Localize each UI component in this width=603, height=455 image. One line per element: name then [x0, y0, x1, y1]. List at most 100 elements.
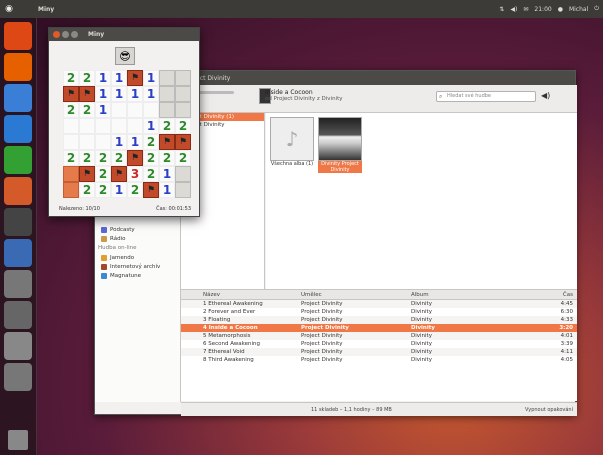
track-row[interactable]: 5 Metamorphosis Project Divinity Divinity 4…: [181, 332, 577, 340]
mine-cell-number[interactable]: 1: [111, 86, 127, 102]
files-icon[interactable]: [4, 84, 32, 112]
sidebar-item[interactable]: Magnatune: [95, 271, 180, 280]
mine-cell-number[interactable]: 3: [127, 166, 143, 182]
libreoffice-impress-icon[interactable]: [4, 177, 32, 205]
track-row[interactable]: 6 Second Awakening Project Divinity Divini…: [181, 340, 577, 348]
mine-cell[interactable]: [159, 86, 175, 102]
track-row[interactable]: 3 Floating Project Divinity Divinity 4:33: [181, 316, 577, 324]
mine-cell[interactable]: [175, 86, 191, 102]
mine-cell-number[interactable]: 1: [95, 70, 111, 86]
flag-icon[interactable]: ⚑: [127, 70, 143, 86]
mine-cell-number[interactable]: 1: [127, 134, 143, 150]
libreoffice-writer-icon[interactable]: [4, 115, 32, 143]
mine-cell-number[interactable]: 2: [95, 150, 111, 166]
flag-icon[interactable]: ⚑: [143, 182, 159, 198]
settings-icon[interactable]: [4, 332, 32, 360]
album-all[interactable]: ♪ Všechna alba (1): [270, 117, 314, 167]
mine-cell-number[interactable]: 2: [95, 166, 111, 182]
maximize-icon[interactable]: [71, 31, 78, 38]
mine-cell[interactable]: [79, 134, 95, 150]
mine-cell[interactable]: [127, 102, 143, 118]
mine-cell[interactable]: [143, 102, 159, 118]
workspace-icon[interactable]: [4, 363, 32, 391]
mine-cell-hover[interactable]: [63, 166, 79, 182]
column-album[interactable]: Album: [411, 290, 531, 299]
libreoffice-calc-icon[interactable]: [4, 146, 32, 174]
app-icon-generic[interactable]: [4, 301, 32, 329]
flag-icon[interactable]: ⚑: [63, 86, 79, 102]
mine-cell-number[interactable]: 1: [127, 86, 143, 102]
user-icon[interactable]: ●: [558, 6, 563, 13]
column-time[interactable]: Čas: [531, 290, 577, 299]
mines-titlebar[interactable]: Miny: [49, 28, 199, 41]
mine-cell-number[interactable]: 2: [175, 118, 191, 134]
mine-cell[interactable]: [95, 134, 111, 150]
mine-cell[interactable]: [175, 166, 191, 182]
mine-cell-number[interactable]: 2: [79, 70, 95, 86]
mine-cell-number[interactable]: 2: [159, 118, 175, 134]
mine-cell-number[interactable]: 1: [111, 134, 127, 150]
mine-cell-number[interactable]: 1: [111, 182, 127, 198]
mine-cell-number[interactable]: 1: [95, 86, 111, 102]
mine-cell-number[interactable]: 2: [63, 150, 79, 166]
mine-cell[interactable]: [95, 118, 111, 134]
mine-cell-number[interactable]: 1: [111, 70, 127, 86]
flag-icon[interactable]: ⚑: [79, 166, 95, 182]
search-input[interactable]: ⌕ Hledat své hudbe: [436, 91, 536, 102]
mine-cell-number[interactable]: 2: [143, 150, 159, 166]
minimize-icon[interactable]: [62, 31, 69, 38]
firefox-icon[interactable]: [4, 53, 32, 81]
mine-cell-number[interactable]: 2: [63, 70, 79, 86]
sidebar-item[interactable]: Internetový archív: [95, 262, 180, 271]
smiley-face-button[interactable]: 😎: [115, 47, 135, 65]
mine-cell[interactable]: [111, 118, 127, 134]
mine-cell[interactable]: [127, 118, 143, 134]
mine-cell-number[interactable]: 2: [143, 134, 159, 150]
user-name[interactable]: Michal: [569, 6, 588, 13]
mine-cell-number[interactable]: 1: [143, 70, 159, 86]
track-row[interactable]: 7 Ethereal Void Project Divinity Divinity 4…: [181, 348, 577, 356]
mine-cell[interactable]: [175, 182, 191, 198]
track-row[interactable]: 1 Ethereal Awakening Project Divinity Divi…: [181, 300, 577, 308]
column-name[interactable]: Název: [181, 290, 301, 299]
trash-icon[interactable]: [8, 430, 28, 450]
flag-icon[interactable]: ⚑: [111, 166, 127, 182]
mine-cell[interactable]: [79, 118, 95, 134]
mine-cell-number[interactable]: 1: [143, 118, 159, 134]
sidebar-item[interactable]: Podcasty: [95, 225, 180, 234]
mine-cell-number[interactable]: 2: [175, 150, 191, 166]
sidebar-item[interactable]: Rádio: [95, 234, 180, 243]
mine-cell-hover[interactable]: [63, 182, 79, 198]
mine-cell-number[interactable]: 2: [63, 102, 79, 118]
mine-cell-number[interactable]: 1: [95, 102, 111, 118]
ubuntu-logo-icon[interactable]: ◉: [0, 4, 18, 14]
mine-cell[interactable]: [175, 102, 191, 118]
mail-icon[interactable]: ✉: [523, 6, 528, 13]
mine-cell-number[interactable]: 2: [127, 182, 143, 198]
clock[interactable]: 21:00: [534, 6, 551, 13]
mine-cell-number[interactable]: 2: [79, 102, 95, 118]
mine-cell[interactable]: [63, 118, 79, 134]
column-artist[interactable]: Umělec: [301, 290, 411, 299]
power-icon[interactable]: ⏻: [594, 5, 599, 13]
album-divinity[interactable]: Divinity Project Divinity: [318, 117, 362, 173]
mine-cell-number[interactable]: 2: [95, 182, 111, 198]
mine-cell-number[interactable]: 1: [143, 86, 159, 102]
close-icon[interactable]: [53, 31, 60, 38]
terminal-icon[interactable]: [4, 208, 32, 236]
ubuntu-software-icon[interactable]: [4, 22, 32, 50]
mine-cell-number[interactable]: 2: [111, 150, 127, 166]
volume-icon[interactable]: ◀): [510, 6, 517, 13]
sidebar-item[interactable]: Jamendo: [95, 253, 180, 262]
flag-icon[interactable]: ⚑: [127, 150, 143, 166]
network-icon[interactable]: ⇅: [499, 6, 504, 13]
track-row[interactable]: 8 Third Awakening Project Divinity Divinit…: [181, 356, 577, 364]
mine-cell-number[interactable]: 2: [159, 150, 175, 166]
mine-cell-number[interactable]: 2: [79, 182, 95, 198]
volume-button-icon[interactable]: ◀): [541, 91, 550, 100]
mine-cell[interactable]: [63, 134, 79, 150]
track-row[interactable]: 4 Inside a Cocoon Project Divinity Divinit…: [181, 324, 577, 332]
mines-icon[interactable]: [4, 270, 32, 298]
mine-cell-number[interactable]: 2: [79, 150, 95, 166]
flag-icon[interactable]: ⚑: [159, 134, 175, 150]
